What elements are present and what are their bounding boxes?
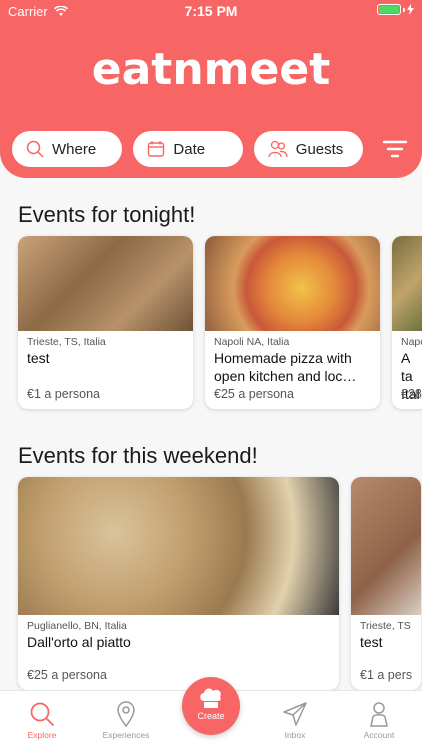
event-price: €25 a persona bbox=[27, 668, 107, 682]
chef-hat-icon bbox=[200, 688, 221, 708]
tonight-events-row[interactable]: Trieste, TS, Italia test €1 a persona Na… bbox=[18, 236, 422, 409]
event-price: €1 a pers bbox=[360, 668, 413, 682]
event-title: Homemade pizza with open kitchen and loc… bbox=[214, 350, 357, 384]
search-icon bbox=[26, 140, 44, 158]
section-title-tonight: Events for tonight! bbox=[18, 202, 196, 227]
battery-icon bbox=[377, 4, 414, 15]
filter-icon bbox=[383, 140, 408, 158]
event-card[interactable]: Trieste, TS test €1 a pers bbox=[351, 477, 421, 690]
map-pin-icon bbox=[117, 701, 135, 727]
event-photo bbox=[18, 477, 339, 615]
tab-label: Account bbox=[363, 730, 395, 740]
tab-inbox[interactable]: Inbox bbox=[253, 699, 337, 740]
tab-bar: Explore Experiences Create Inbox Account bbox=[0, 677, 422, 750]
event-location: Napoli NA, Italia bbox=[214, 336, 290, 348]
filter-bar: Where Date Guests bbox=[12, 130, 410, 168]
where-label: Where bbox=[52, 140, 97, 158]
calendar-icon bbox=[148, 141, 165, 157]
event-location: Trieste, TS bbox=[360, 620, 411, 632]
tab-label: Experiences bbox=[102, 730, 150, 740]
event-photo bbox=[18, 236, 193, 331]
event-photo bbox=[351, 477, 421, 615]
event-title: test bbox=[360, 634, 383, 650]
create-button[interactable]: Create bbox=[182, 677, 240, 735]
event-location: Puglianello, BN, Italia bbox=[27, 620, 127, 632]
event-card[interactable]: Napo A ta Ital €28 bbox=[392, 236, 422, 409]
sort-filter-button[interactable] bbox=[380, 134, 410, 164]
event-photo bbox=[392, 236, 422, 331]
tab-account[interactable]: Account bbox=[337, 699, 421, 740]
status-bar: Carrier 7:15 PM bbox=[0, 0, 422, 22]
person-icon bbox=[370, 702, 388, 727]
tab-label: Explore bbox=[27, 730, 57, 740]
event-title: Dall'orto al piatto bbox=[27, 634, 131, 650]
event-meta: Trieste, TS, Italia test bbox=[18, 331, 193, 372]
guests-label: Guests bbox=[295, 140, 344, 158]
event-card[interactable]: Puglianello, BN, Italia Dall'orto al pia… bbox=[18, 477, 339, 690]
charging-icon bbox=[407, 4, 414, 15]
tab-label: Inbox bbox=[284, 730, 306, 740]
app-header: Carrier 7:15 PM eatnmeet Where Date Gues… bbox=[0, 0, 422, 178]
event-location: Napo bbox=[401, 336, 422, 348]
event-title: test bbox=[27, 350, 50, 366]
date-filter-button[interactable]: Date bbox=[133, 131, 243, 167]
event-photo bbox=[205, 236, 380, 331]
event-price: €28 bbox=[401, 387, 422, 401]
app-logo: eatnmeet bbox=[91, 44, 331, 95]
event-price: €25 a persona bbox=[214, 387, 294, 401]
event-location: Trieste, TS, Italia bbox=[27, 336, 106, 348]
event-card[interactable]: Napoli NA, Italia Homemade pizza with op… bbox=[205, 236, 380, 409]
event-card[interactable]: Trieste, TS, Italia test €1 a persona bbox=[18, 236, 193, 409]
weekend-events-row[interactable]: Puglianello, BN, Italia Dall'orto al pia… bbox=[18, 477, 421, 690]
date-label: Date bbox=[173, 140, 206, 158]
event-meta: Napoli NA, Italia Homemade pizza with op… bbox=[205, 331, 380, 390]
search-icon bbox=[30, 702, 55, 727]
event-meta: Puglianello, BN, Italia Dall'orto al pia… bbox=[18, 615, 339, 656]
paper-plane-icon bbox=[283, 702, 307, 726]
status-time: 7:15 PM bbox=[184, 3, 238, 19]
create-label: Create bbox=[197, 711, 225, 721]
tab-explore[interactable]: Explore bbox=[0, 699, 84, 740]
event-price: €1 a persona bbox=[27, 387, 100, 401]
event-meta: Trieste, TS test bbox=[351, 615, 421, 656]
where-filter-button[interactable]: Where bbox=[12, 131, 123, 167]
guests-icon bbox=[268, 140, 288, 158]
tab-experiences[interactable]: Experiences bbox=[84, 699, 168, 740]
section-title-weekend: Events for this weekend! bbox=[18, 443, 258, 468]
guests-filter-button[interactable]: Guests bbox=[253, 131, 364, 167]
